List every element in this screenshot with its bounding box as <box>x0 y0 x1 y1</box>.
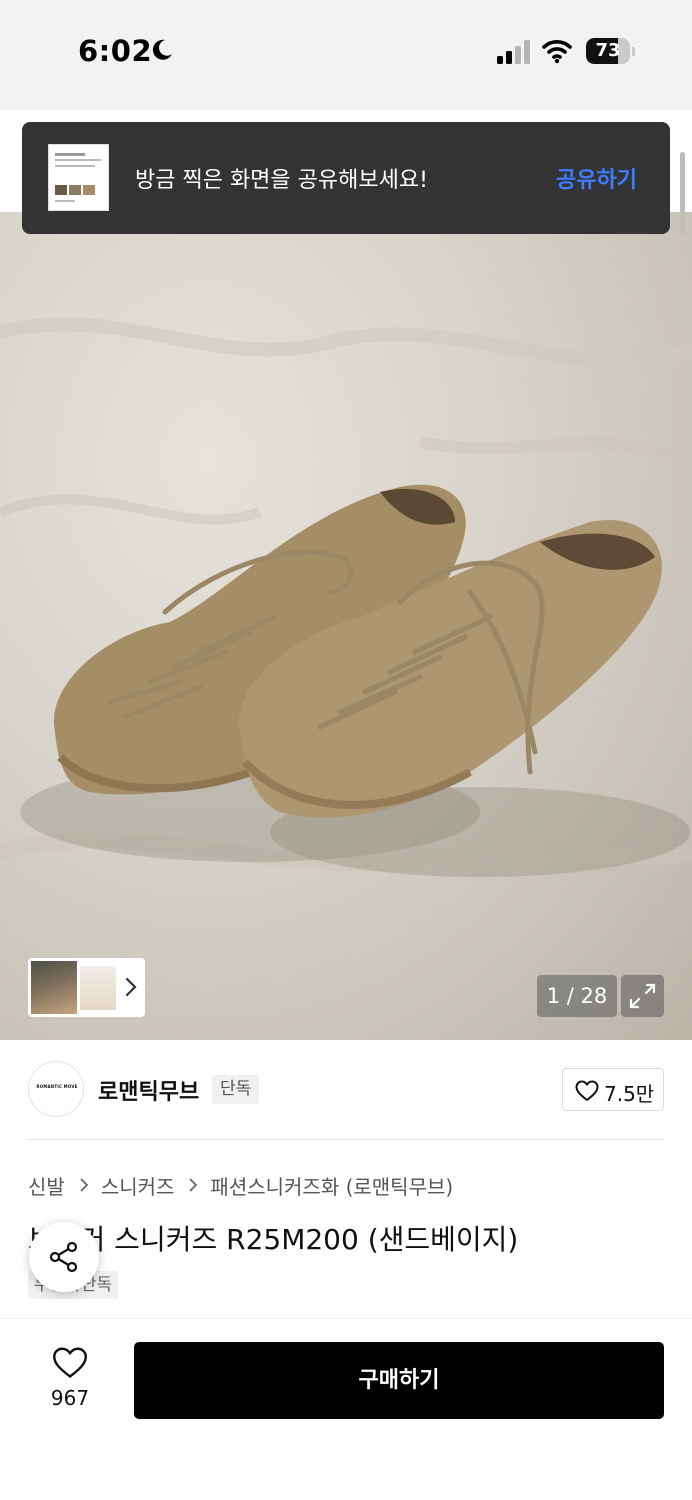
cellular-signal-icon <box>497 40 530 64</box>
heart-icon <box>53 1347 87 1378</box>
gallery-counter: 1 / 28 <box>537 975 617 1017</box>
buy-button[interactable]: 구매하기 <box>134 1342 664 1419</box>
breadcrumb-item[interactable]: 스니커즈 <box>101 1171 175 1200</box>
moon-icon <box>152 39 172 60</box>
chevron-right-icon <box>80 1178 89 1192</box>
product-image[interactable]: 1 / 28 <box>0 212 692 1040</box>
toast-message: 방금 찍은 화면을 공유해보세요! <box>135 168 428 193</box>
expand-button[interactable] <box>621 975 664 1017</box>
expand-icon <box>629 983 656 1009</box>
brand-name[interactable]: 로맨틱무브 <box>98 1074 199 1106</box>
chevron-right-icon <box>189 1178 198 1192</box>
divider <box>28 1139 664 1140</box>
product-title: 브로커 스니커즈 R25M200 (샌드베이지) <box>28 1223 519 1256</box>
wishlist-count: 967 <box>50 1386 90 1410</box>
product-photo-sneakers <box>0 317 692 877</box>
breadcrumb: 신발 스니커즈 패션스니커즈화 (로맨틱무브) <box>28 1171 453 1199</box>
breadcrumb-item[interactable]: 신발 <box>28 1171 65 1200</box>
wishlist-button[interactable]: 967 <box>36 1344 104 1416</box>
gallery-thumbnail[interactable] <box>31 961 77 1014</box>
chevron-right-icon[interactable] <box>124 975 138 999</box>
brand-like-button[interactable]: 7.5만 <box>562 1068 664 1111</box>
screenshot-thumbnail[interactable] <box>48 144 109 211</box>
breadcrumb-item[interactable]: 패션스니커즈화 (로맨틱무브) <box>210 1171 453 1200</box>
battery-percent: 73 <box>595 40 621 61</box>
share-icon <box>49 1241 78 1273</box>
gallery-thumbnail-strip[interactable] <box>28 958 145 1017</box>
status-bar: 6:02 73 <box>0 0 692 110</box>
scrollbar[interactable] <box>680 152 685 234</box>
status-time: 6:02 <box>78 34 153 68</box>
exclusive-badge: 단독 <box>212 1075 260 1104</box>
heart-icon <box>575 1080 599 1101</box>
share-button[interactable] <box>29 1222 99 1292</box>
brand-logo[interactable]: ROMANTIC MOVE <box>28 1061 84 1117</box>
brand-like-count: 7.5만 <box>604 1082 655 1106</box>
toast-share-button[interactable]: 공유하기 <box>556 162 637 194</box>
battery-icon: 73 <box>586 38 636 64</box>
brand-logo-text: ROMANTIC MOVE <box>36 1084 78 1089</box>
gallery-thumbnail[interactable] <box>80 966 116 1010</box>
wifi-icon <box>542 40 572 64</box>
share-screenshot-toast: 방금 찍은 화면을 공유해보세요! 공유하기 <box>22 122 670 234</box>
